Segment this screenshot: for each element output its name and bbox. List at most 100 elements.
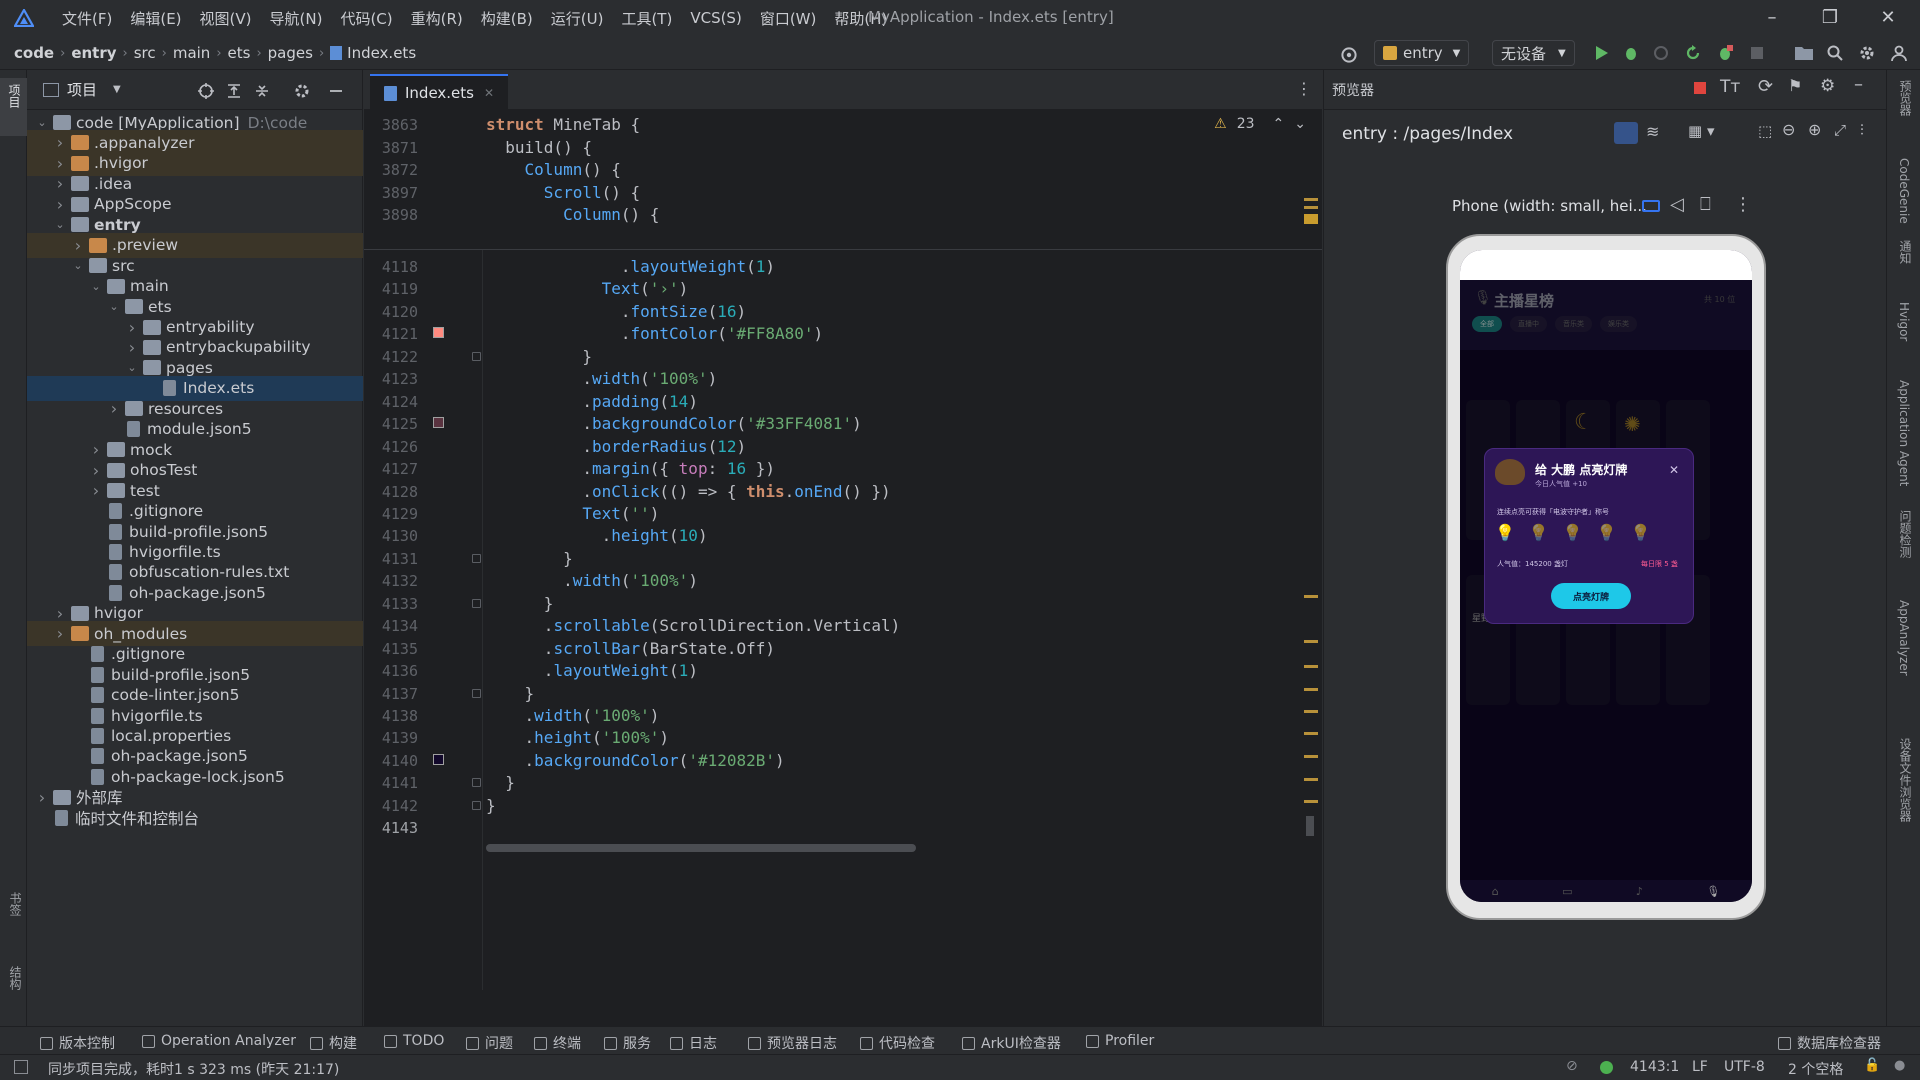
stop-preview-icon[interactable] [1694, 82, 1706, 94]
menu-item[interactable]: 文件(F) [62, 8, 112, 29]
chevron-right-icon[interactable]: › [53, 195, 67, 214]
line-number[interactable]: 4122 [372, 348, 418, 366]
bulb-off-icon[interactable]: 💡 [1597, 523, 1617, 542]
breadcrumb-item[interactable]: src [134, 44, 156, 62]
tab-index-ets[interactable]: Index.ets ✕ [370, 74, 509, 110]
horizontal-scrollbar[interactable] [486, 844, 916, 852]
right-tool-button[interactable]: 通知 [1897, 240, 1914, 264]
breadcrumb-item[interactable]: main [173, 44, 210, 62]
fit-icon[interactable]: ⤢ [1834, 121, 1846, 139]
chevron-right-icon[interactable]: › [35, 788, 49, 807]
breadcrumb-item[interactable]: code [14, 44, 54, 62]
breadcrumb-item[interactable]: entry [71, 44, 116, 62]
code-line[interactable]: } [486, 773, 515, 792]
chevron-down-icon[interactable]: ▼ [113, 84, 121, 95]
line-number[interactable]: 4136 [372, 662, 418, 680]
code-line[interactable]: .height(10) [486, 526, 708, 545]
line-number[interactable]: 4124 [372, 393, 418, 411]
fold-marker-icon[interactable] [472, 598, 481, 608]
bottom-tool-button[interactable]: Profiler [1086, 1033, 1154, 1049]
line-number[interactable]: 4134 [372, 617, 418, 635]
debug-icon[interactable] [1622, 44, 1640, 62]
code-line[interactable]: .onClick(() => { this.onEnd() }) [486, 482, 890, 501]
bottom-tool-button[interactable]: 服务 [604, 1033, 651, 1053]
line-number[interactable]: 4128 [372, 483, 418, 501]
connection-status-icon[interactable] [1600, 1061, 1613, 1074]
back-icon[interactable]: ◁ [1670, 194, 1684, 215]
code-line[interactable]: } [486, 594, 554, 613]
line-number[interactable]: 3897 [372, 184, 418, 202]
line-number[interactable]: 4123 [372, 370, 418, 388]
chevron-right-icon[interactable]: › [107, 399, 121, 418]
color-swatch-icon[interactable] [433, 417, 444, 429]
close-tab-icon[interactable]: ✕ [484, 86, 494, 100]
device-icon[interactable] [1642, 200, 1660, 212]
chevron-right-icon[interactable]: › [53, 174, 67, 193]
line-number[interactable]: 4142 [372, 797, 418, 815]
chevron-right-icon[interactable]: › [89, 481, 103, 500]
line-number[interactable]: 3872 [372, 161, 418, 179]
code-line[interactable]: .scrollBar(BarState.Off) [486, 639, 775, 658]
line-number[interactable]: 4135 [372, 640, 418, 658]
code-line[interactable]: Text('›') [486, 279, 689, 298]
hide-panel-icon[interactable] [327, 82, 345, 100]
line-number[interactable]: 4141 [372, 774, 418, 792]
status-panel-icon[interactable] [14, 1060, 28, 1074]
project-view-select[interactable]: 项目 [67, 79, 97, 100]
code-line[interactable]: .margin({ top: 16 }) [486, 459, 775, 478]
code-line[interactable]: Text('') [486, 504, 659, 523]
home-tab-icon[interactable]: ⌂ [1492, 885, 1499, 898]
code-line[interactable]: struct MineTab { [486, 115, 640, 134]
database-inspector-button[interactable]: 数据库检查器 [1778, 1033, 1881, 1053]
mine-tab-icon[interactable]: 🎙 [1706, 885, 1720, 898]
code-line[interactable]: } [486, 796, 496, 815]
chevron-right-icon[interactable]: › [53, 604, 67, 623]
bottom-tool-button[interactable]: 终端 [534, 1033, 581, 1053]
line-number[interactable]: 4133 [372, 595, 418, 613]
reload-icon[interactable] [1684, 44, 1702, 62]
layers-icon[interactable]: ≋ [1646, 122, 1659, 141]
bookmarks-tool-button[interactable]: 书签 [7, 892, 24, 916]
line-separator[interactable]: LF [1692, 1059, 1708, 1075]
line-number[interactable]: 4121 [372, 325, 418, 343]
code-line[interactable]: build() { [486, 138, 592, 157]
more-icon[interactable]: ⋮ [1734, 194, 1752, 215]
chevron-down-icon[interactable]: ⌄ [71, 259, 85, 272]
menu-item[interactable]: 视图(V) [200, 8, 252, 29]
font-size-icon[interactable]: Tт [1720, 77, 1740, 97]
tree-item[interactable]: 临时文件和控制台 [27, 805, 363, 830]
run-icon[interactable] [1592, 44, 1610, 62]
code-line[interactable]: .fontSize(16) [486, 302, 746, 321]
minimize-panel-icon[interactable]: – [1854, 74, 1863, 95]
breadcrumb-item[interactable]: ets [228, 44, 251, 62]
line-number[interactable]: 4140 [372, 752, 418, 770]
chevron-right-icon[interactable]: › [53, 624, 67, 643]
right-tool-button[interactable]: 设备文件浏览器 [1897, 738, 1914, 822]
inspection-widget[interactable]: ⚠ 23 ⌃ ⌄ [1214, 116, 1306, 132]
chevron-right-icon[interactable]: › [125, 338, 139, 357]
structure-tool-button[interactable]: 结构 [7, 966, 24, 990]
folder-icon[interactable] [1794, 44, 1814, 62]
bulb-off-icon[interactable]: 💡 [1529, 523, 1549, 542]
code-line[interactable]: .width('100%') [486, 571, 698, 590]
caret-position[interactable]: 4143:1 [1630, 1059, 1679, 1075]
chevron-down-icon[interactable]: ⌄ [89, 280, 103, 293]
zoom-in-icon[interactable]: ⊕ [1808, 120, 1821, 139]
menu-item[interactable]: 工具(T) [621, 8, 672, 29]
menu-item[interactable]: 重构(R) [411, 8, 463, 29]
inspect-icon[interactable]: ⚑ [1788, 76, 1802, 95]
collapse-all-icon[interactable] [253, 82, 271, 100]
line-number[interactable]: 3871 [372, 139, 418, 157]
bulb-off-icon[interactable]: 💡 [1631, 523, 1651, 542]
line-number[interactable]: 4126 [372, 438, 418, 456]
module-select[interactable]: entry ▼ [1374, 40, 1470, 66]
code-line[interactable]: .scrollable(ScrollDirection.Vertical) [486, 616, 900, 635]
code-line[interactable]: .fontColor('#FF8A80') [486, 324, 823, 343]
expand-all-icon[interactable] [225, 82, 243, 100]
profile-icon[interactable] [1652, 44, 1670, 62]
live-tab-icon[interactable]: ▭ [1562, 885, 1572, 898]
color-swatch-icon[interactable] [433, 753, 444, 765]
line-number[interactable]: 3898 [372, 206, 418, 224]
grid-icon[interactable]: ▦ ▾ [1688, 122, 1714, 140]
menu-item[interactable]: 运行(U) [551, 8, 604, 29]
